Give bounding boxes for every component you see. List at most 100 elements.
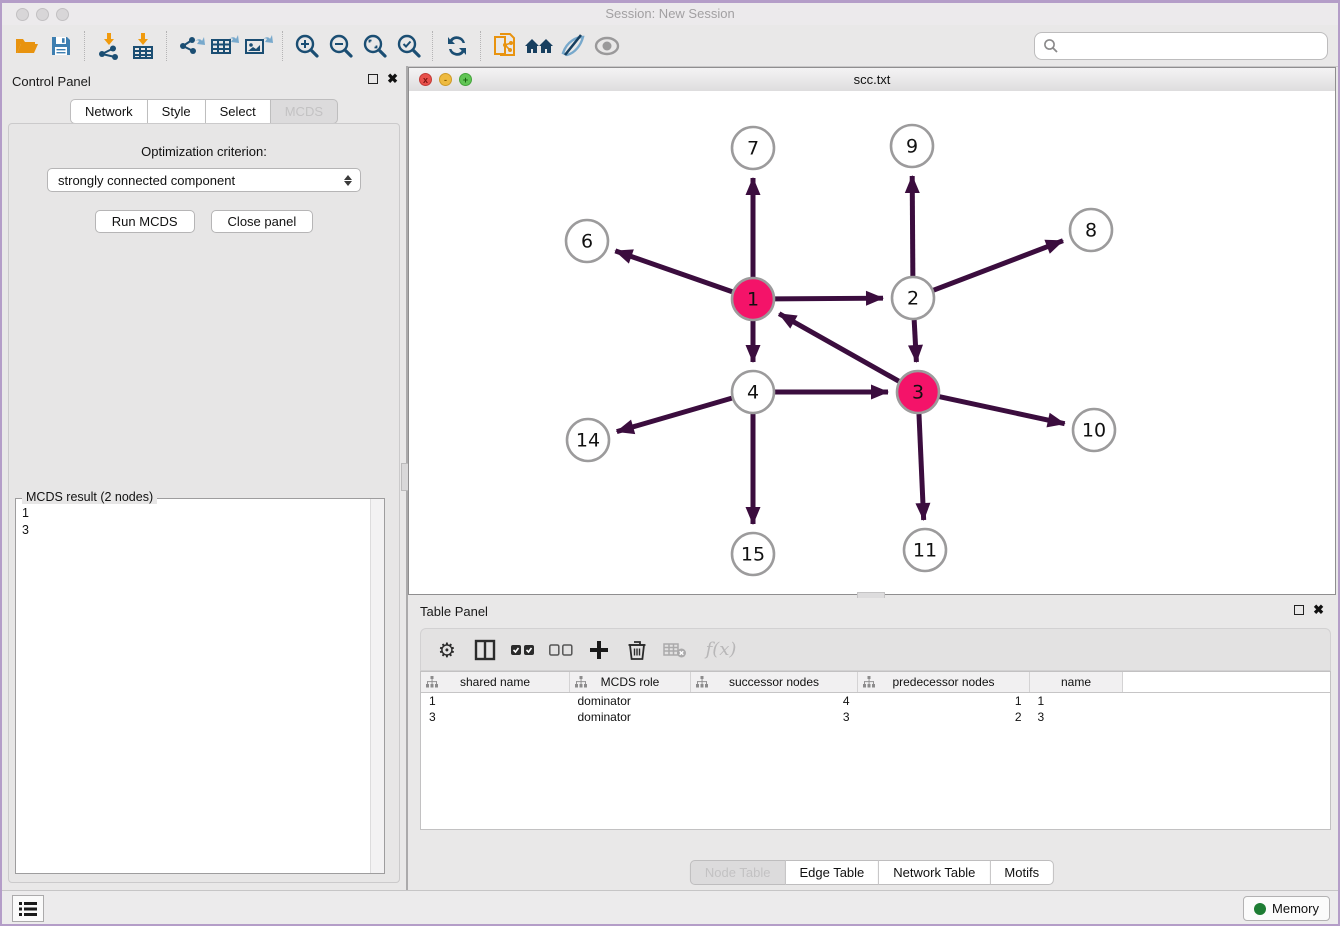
- tab-select[interactable]: Select: [206, 99, 271, 124]
- memory-button[interactable]: Memory: [1243, 896, 1330, 921]
- tab-style[interactable]: Style: [148, 99, 206, 124]
- graph-node-3[interactable]: 3: [897, 371, 939, 413]
- column-header[interactable]: MCDS role: [570, 672, 691, 693]
- table-cell[interactable]: 3: [421, 709, 570, 725]
- show-hide-eye-icon[interactable]: [590, 31, 624, 61]
- table-cell[interactable]: 1: [421, 693, 570, 710]
- table-cell[interactable]: 4: [691, 693, 858, 710]
- graph-edge-3-11[interactable]: [919, 414, 924, 520]
- table-cell[interactable]: 1: [1030, 693, 1123, 710]
- svg-text:1: 1: [747, 289, 759, 311]
- graph-node-4[interactable]: 4: [732, 371, 774, 413]
- table-cell[interactable]: 3: [691, 709, 858, 725]
- toolbar-separator: [480, 31, 482, 61]
- table-row[interactable]: 3dominator323: [421, 709, 1330, 725]
- graph-node-10[interactable]: 10: [1073, 409, 1115, 451]
- graph-edge-4-14[interactable]: [617, 398, 732, 431]
- show-columns-icon[interactable]: [471, 636, 499, 664]
- table-cell[interactable]: 3: [1030, 709, 1123, 725]
- tab-network[interactable]: Network: [70, 99, 148, 124]
- add-row-icon[interactable]: [585, 636, 613, 664]
- graph-node-8[interactable]: 8: [1070, 209, 1112, 251]
- column-settings-icon[interactable]: ⚙: [433, 636, 461, 664]
- column-header[interactable]: predecessor nodes: [858, 672, 1030, 693]
- tab-mcds[interactable]: MCDS: [271, 99, 338, 124]
- status-bar: Memory: [2, 890, 1338, 924]
- toolbar-separator: [282, 31, 284, 61]
- svg-text:4: 4: [747, 382, 759, 404]
- graph-node-1[interactable]: 1: [732, 278, 774, 320]
- reset-home-icon[interactable]: [522, 31, 556, 61]
- import-network-icon[interactable]: [92, 31, 126, 61]
- network-canvas[interactable]: 7 9 6 8 1 2 4 3 14 10 15 11: [409, 91, 1335, 594]
- zoom-out-icon[interactable]: [324, 31, 358, 61]
- result-scrollbar[interactable]: [370, 499, 384, 873]
- column-header[interactable]: shared name: [421, 672, 570, 693]
- graph-edge-1-2[interactable]: [775, 298, 883, 299]
- svg-text:6: 6: [581, 231, 593, 253]
- apply-layout-icon[interactable]: [440, 31, 474, 61]
- run-mcds-button[interactable]: Run MCDS: [95, 210, 195, 233]
- table-cell[interactable]: dominator: [570, 709, 691, 725]
- zoom-selected-icon[interactable]: [392, 31, 426, 61]
- delete-table-icon[interactable]: [661, 636, 689, 664]
- tab-node-table[interactable]: Node Table: [690, 860, 786, 885]
- tab-motifs[interactable]: Motifs: [990, 860, 1054, 885]
- table-row[interactable]: 1dominator411: [421, 693, 1330, 710]
- graph-node-9[interactable]: 9: [891, 125, 933, 167]
- table-tabs: Node TableEdge TableNetwork TableMotifs: [690, 860, 1054, 885]
- column-header[interactable]: successor nodes: [691, 672, 858, 693]
- float-panel-icon[interactable]: [368, 74, 378, 84]
- graph-edge-2-8[interactable]: [934, 241, 1063, 290]
- close-table-panel-icon[interactable]: ✖: [1313, 605, 1324, 615]
- export-image-icon[interactable]: [242, 31, 276, 61]
- float-table-panel-icon[interactable]: [1294, 605, 1304, 615]
- import-table-icon[interactable]: [126, 31, 160, 61]
- main-toolbar: [2, 25, 1338, 67]
- zoom-fit-icon[interactable]: [358, 31, 392, 61]
- zoom-in-icon[interactable]: [290, 31, 324, 61]
- graph-edge-2-9[interactable]: [912, 176, 913, 276]
- mcds-result-text[interactable]: 1 3: [22, 505, 366, 869]
- graph-node-7[interactable]: 7: [732, 127, 774, 169]
- toggle-graphics-details-icon[interactable]: [556, 31, 590, 61]
- clone-network-icon[interactable]: [488, 31, 522, 61]
- table-cell[interactable]: 2: [858, 709, 1030, 725]
- delete-row-icon[interactable]: [623, 636, 651, 664]
- task-history-button[interactable]: [12, 895, 44, 922]
- svg-text:10: 10: [1082, 420, 1106, 442]
- toolbar-separator: [166, 31, 168, 61]
- unselect-all-columns-icon[interactable]: [547, 636, 575, 664]
- search-input[interactable]: [1063, 35, 1327, 57]
- memory-status-icon: [1254, 903, 1266, 915]
- graph-edge-1-6[interactable]: [615, 251, 732, 292]
- export-network-icon[interactable]: [174, 31, 208, 61]
- graph-edge-2-3[interactable]: [914, 320, 916, 362]
- column-type-icon: [863, 676, 875, 688]
- export-table-icon[interactable]: [208, 31, 242, 61]
- column-header[interactable]: name: [1030, 672, 1123, 693]
- table-cell[interactable]: 1: [858, 693, 1030, 710]
- tab-edge-table[interactable]: Edge Table: [785, 860, 879, 885]
- select-all-columns-icon[interactable]: [509, 636, 537, 664]
- tab-network-table[interactable]: Network Table: [879, 860, 990, 885]
- graph-node-15[interactable]: 15: [732, 533, 774, 575]
- graph-node-14[interactable]: 14: [567, 419, 609, 461]
- open-file-icon[interactable]: [10, 31, 44, 61]
- criterion-select[interactable]: strongly connected component: [47, 168, 361, 192]
- close-panel-icon[interactable]: ✖: [387, 74, 398, 84]
- table-header-row: shared nameMCDS rolesuccessor nodesprede…: [421, 672, 1330, 693]
- function-builder-icon[interactable]: f(x): [699, 636, 743, 664]
- close-panel-button[interactable]: Close panel: [211, 210, 314, 233]
- graph-node-6[interactable]: 6: [566, 220, 608, 262]
- svg-text:8: 8: [1085, 220, 1097, 242]
- graph-edge-3-10[interactable]: [940, 397, 1065, 424]
- table-cell[interactable]: dominator: [570, 693, 691, 710]
- save-session-icon[interactable]: [44, 31, 78, 61]
- toolbar-separator: [432, 31, 434, 61]
- graph-node-11[interactable]: 11: [904, 529, 946, 571]
- graph-node-2[interactable]: 2: [892, 277, 934, 319]
- control-panel-title: Control Panel: [12, 74, 91, 89]
- network-window-titlebar[interactable]: x - + scc.txt: [409, 68, 1335, 92]
- graph-edge-3-1[interactable]: [779, 314, 899, 381]
